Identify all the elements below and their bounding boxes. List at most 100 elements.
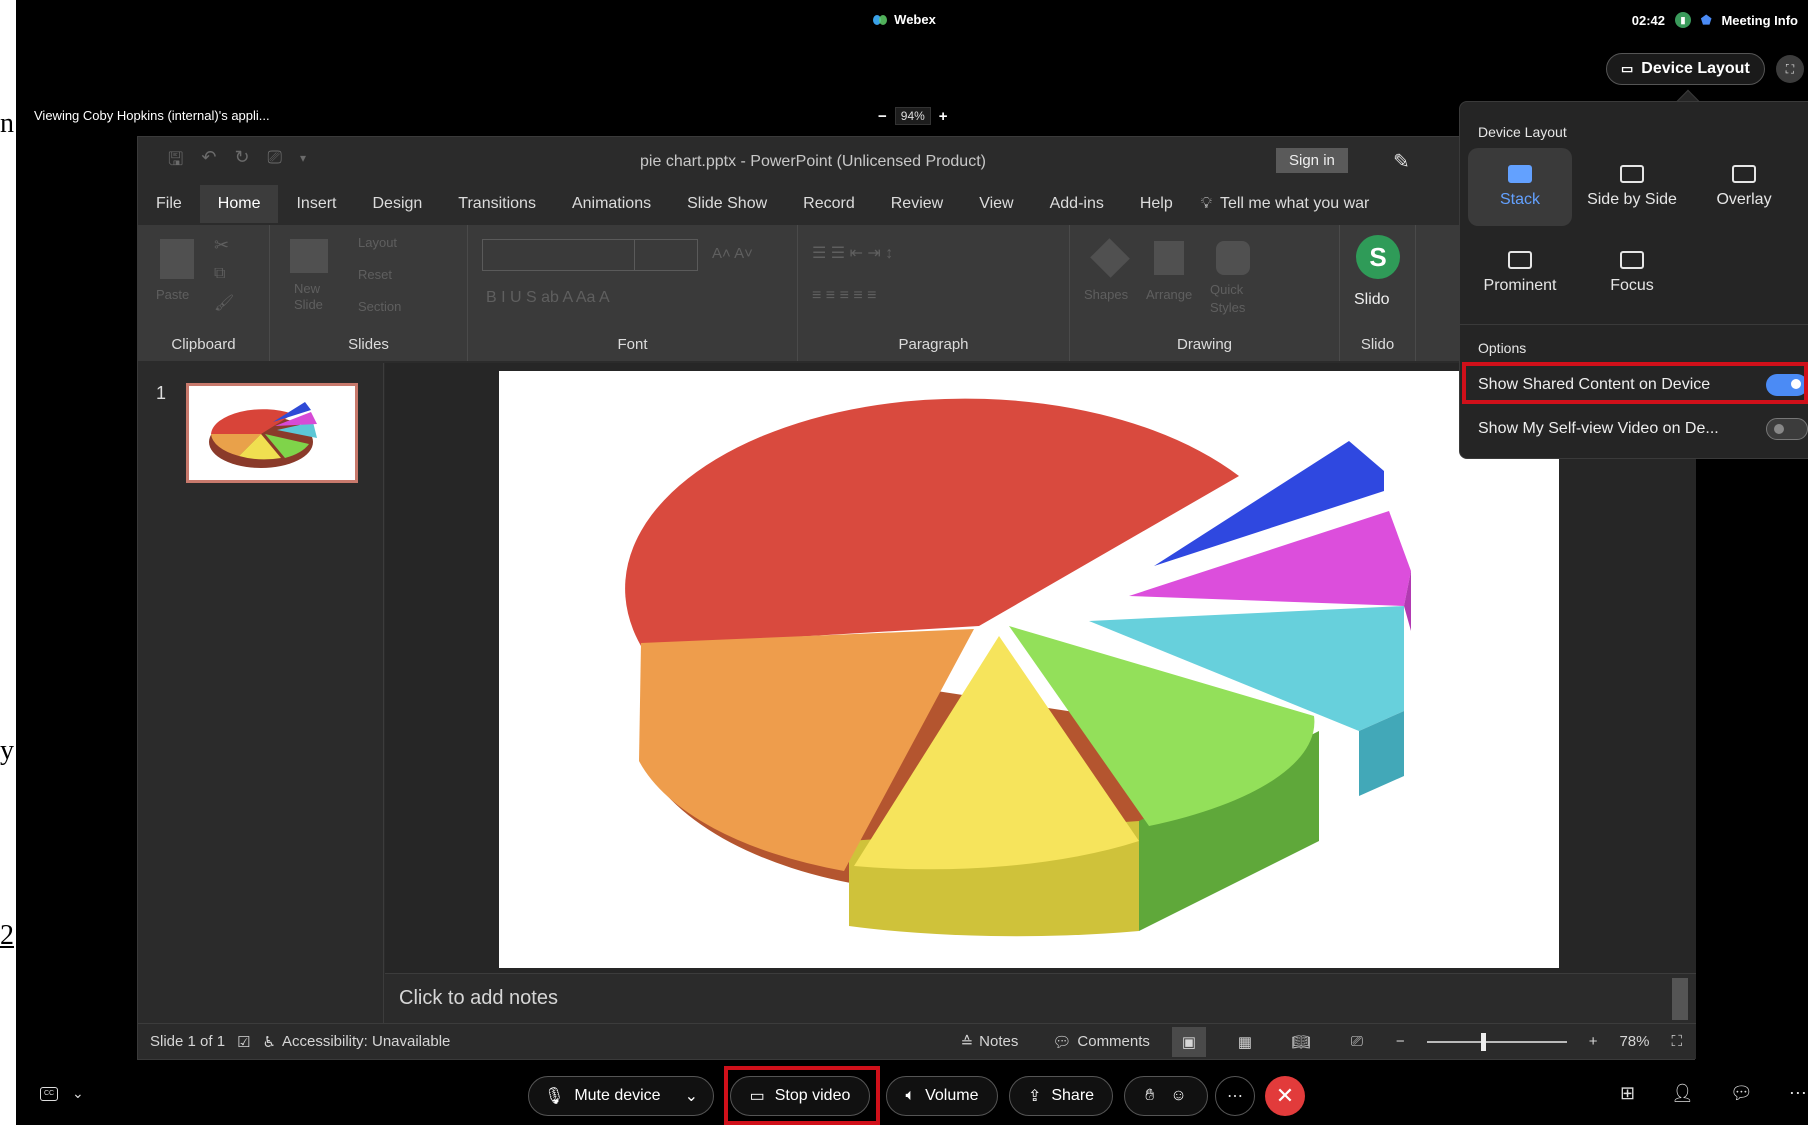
comments-toggle[interactable]: 💬︎ Comments: [1052, 1033, 1150, 1051]
tell-me-search[interactable]: 💡︎ Tell me what you war: [1191, 195, 1380, 213]
reading-view-button[interactable]: 📖︎: [1284, 1027, 1318, 1057]
accessibility-label: Accessibility: Unavailable: [281, 1033, 451, 1050]
tab-animations[interactable]: Animations: [554, 185, 669, 223]
device-layout-button[interactable]: ▭ Device Layout: [1606, 53, 1765, 85]
accessibility-icon: ♿︎: [262, 1033, 276, 1051]
clipboard-group: Paste ✂ ⧉ 🖌︎ Clipboard: [138, 225, 270, 361]
volume-label: Volume: [925, 1087, 979, 1104]
notes-toggle[interactable]: ≙ Notes: [961, 1033, 1019, 1051]
zoom-in-icon[interactable]: +: [1589, 1033, 1598, 1050]
notes-scrollbar[interactable]: [1672, 978, 1688, 1020]
options-heading: Options: [1478, 340, 1527, 356]
accessibility-status[interactable]: ♿︎ Accessibility: Unavailable: [263, 1033, 451, 1051]
fullscreen-icon[interactable]: ⛶: [1776, 55, 1804, 83]
tab-slide-show[interactable]: Slide Show: [669, 185, 785, 223]
slideshow-button[interactable]: ⎚: [1340, 1027, 1374, 1057]
layout-option-label: Prominent: [1483, 277, 1557, 294]
network-signal-icon[interactable]: ▮: [1675, 12, 1692, 28]
participants-icon[interactable]: 👤︎: [1671, 1083, 1694, 1104]
chevron-down-icon[interactable]: ⌄: [685, 1086, 698, 1106]
more-icon[interactable]: ⋯: [1789, 1083, 1807, 1104]
layout-option-prominent[interactable]: Prominent: [1468, 234, 1572, 312]
quick-styles-label: Quick Styles: [1210, 282, 1246, 315]
volume-button[interactable]: 🔈︎ Volume: [886, 1076, 998, 1116]
webex-logo-icon: [873, 14, 888, 25]
option-show-self-view[interactable]: Show My Self-view Video on De...: [1478, 418, 1808, 440]
format-painter-icon[interactable]: 🖌︎: [214, 293, 234, 313]
reactions-icon[interactable]: ☺: [1170, 1087, 1186, 1105]
slide-thumbnail[interactable]: [186, 383, 358, 483]
tab-file[interactable]: File: [138, 185, 200, 223]
share-button[interactable]: ⇪ Share: [1009, 1076, 1113, 1116]
layout-option-side-by-side[interactable]: Side by Side: [1580, 148, 1684, 226]
speaker-icon: 🔈︎: [905, 1087, 916, 1104]
reset-button[interactable]: Reset: [358, 267, 392, 282]
layout-option-label: Side by Side: [1587, 191, 1677, 208]
arrange-icon[interactable]: [1154, 241, 1184, 275]
notes-pane[interactable]: Click to add notes: [385, 973, 1696, 1023]
zoom-slider-knob[interactable]: [1480, 1032, 1486, 1051]
chat-icon[interactable]: 💬︎: [1730, 1083, 1753, 1104]
arrange-label: Arrange: [1146, 287, 1193, 302]
slido-icon[interactable]: S: [1356, 235, 1400, 279]
comments-label: Comments: [1077, 1033, 1150, 1050]
cut-icon[interactable]: ✂: [214, 235, 229, 256]
slide-canvas[interactable]: [499, 371, 1559, 968]
close-icon: ✕: [1275, 1083, 1295, 1108]
group-label: Slides: [348, 336, 389, 353]
more-options-button[interactable]: ⋯: [1215, 1076, 1255, 1116]
normal-view-button[interactable]: ▣: [1171, 1026, 1206, 1057]
fit-to-window-icon[interactable]: ⛶: [1671, 1033, 1682, 1050]
shapes-icon[interactable]: [1090, 238, 1130, 278]
list-buttons[interactable]: ☰ ☰ ⇤ ⇥ ↕: [812, 243, 893, 263]
paste-icon[interactable]: [160, 239, 194, 279]
notes-label: Notes: [979, 1033, 1019, 1050]
closed-captions-button[interactable]: CC ⌄: [40, 1085, 84, 1102]
tab-insert[interactable]: Insert: [278, 185, 354, 223]
new-slide-label: New Slide: [294, 281, 323, 312]
layout-option-focus[interactable]: Focus: [1580, 234, 1684, 312]
self-view-toggle[interactable]: [1766, 418, 1808, 440]
zoom-percent[interactable]: 78%: [1619, 1033, 1649, 1050]
tab-review[interactable]: Review: [873, 185, 961, 223]
section-button[interactable]: Section: [358, 299, 401, 314]
grow-font-icon[interactable]: A˄ A˅: [712, 245, 753, 262]
layout-option-overlay[interactable]: Overlay: [1692, 148, 1796, 226]
tab-home[interactable]: Home: [199, 185, 279, 223]
slide-sorter-button[interactable]: ▦: [1228, 1027, 1262, 1057]
layout-option-stack[interactable]: Stack: [1468, 148, 1572, 226]
share-zoom-control: − 94% +: [878, 107, 948, 125]
zoom-out-button[interactable]: −: [878, 108, 887, 125]
paragraph-group: ☰ ☰ ⇤ ⇥ ↕ ≡ ≡ ≡ ≡ ≡ Paragraph: [798, 225, 1070, 361]
zoom-out-icon[interactable]: −: [1396, 1033, 1405, 1050]
font-size-input[interactable]: [634, 239, 698, 271]
tab-transitions[interactable]: Transitions: [440, 185, 554, 223]
designer-pen-icon[interactable]: ✎: [1393, 149, 1410, 174]
sign-in-button[interactable]: Sign in: [1276, 148, 1348, 173]
app-title-bar: Webex: [0, 12, 1808, 27]
text-format-buttons[interactable]: B I U S ab A Aa A: [486, 289, 610, 307]
layout-button[interactable]: Layout: [358, 235, 397, 250]
meeting-info-button[interactable]: Meeting Info: [1721, 13, 1798, 28]
mute-label: Mute device: [574, 1087, 661, 1104]
tab-help[interactable]: Help: [1122, 185, 1191, 223]
tab-add-ins[interactable]: Add-ins: [1032, 185, 1122, 223]
tab-record[interactable]: Record: [785, 185, 873, 223]
tab-design[interactable]: Design: [354, 185, 440, 223]
spelling-icon[interactable]: ☑: [237, 1033, 250, 1051]
raise-hand-icon[interactable]: ✋︎: [1145, 1087, 1154, 1105]
quick-styles-icon[interactable]: [1216, 241, 1250, 275]
align-buttons[interactable]: ≡ ≡ ≡ ≡ ≡: [812, 287, 876, 305]
tab-view[interactable]: View: [961, 185, 1031, 223]
zoom-in-button[interactable]: +: [939, 108, 948, 125]
slide-thumbnail-pane: 1: [138, 363, 384, 1023]
zoom-slider[interactable]: [1426, 1032, 1567, 1051]
focus-icon: [1620, 251, 1644, 269]
new-slide-icon[interactable]: [290, 239, 328, 273]
layout-icon: ▭: [1621, 61, 1634, 76]
end-call-button[interactable]: ✕: [1265, 1076, 1305, 1116]
apps-icon[interactable]: ⊞: [1620, 1083, 1635, 1104]
copy-icon[interactable]: ⧉: [214, 265, 225, 283]
mute-device-button[interactable]: 🎙︎ Mute device ⌄: [528, 1076, 714, 1116]
device-layout-popup: Device Layout Stack Side by Side Overlay…: [1459, 101, 1808, 459]
